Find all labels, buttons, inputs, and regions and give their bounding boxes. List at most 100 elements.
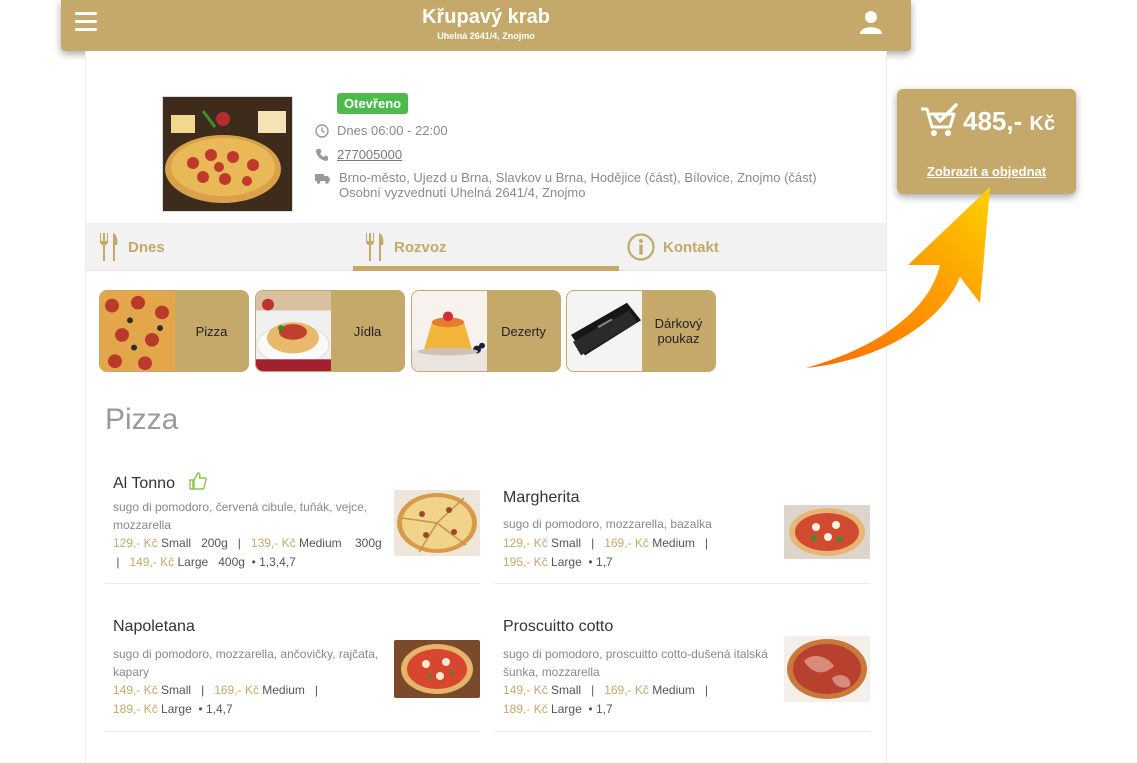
price: 139,- Kč xyxy=(250,536,296,550)
dish-item[interactable]: Napoletana sugo di pomodoro, mozzarella,… xyxy=(105,602,480,732)
restaurant-photo xyxy=(162,96,293,212)
size: Large xyxy=(177,555,209,569)
size: Medium xyxy=(298,536,342,550)
weight: 300g xyxy=(354,536,382,550)
allergens: 1,7 xyxy=(595,555,613,569)
dish-prices: 149,- Kč Small | 169,- Kč Medium | 189,-… xyxy=(113,683,319,716)
price: 149,- Kč xyxy=(503,683,548,697)
tab-rozvoz[interactable]: Rozvoz xyxy=(364,223,447,271)
dish-prices: 149,- Kč Small | 169,- Kč Medium | 189,-… xyxy=(503,683,709,716)
price: 189,- Kč xyxy=(113,702,158,716)
dish-description: sugo di pomodoro, červená cibule, tuňák,… xyxy=(113,500,368,532)
dish-name: Proscuitto cotto xyxy=(503,618,614,635)
size: Small xyxy=(551,536,582,550)
top-header: Křupavý krab Uhelná 2641/4, Znojmo xyxy=(61,0,911,51)
phone-link[interactable]: 277005000 xyxy=(337,147,402,162)
weight: 200g xyxy=(201,536,228,550)
allergens: 1,7 xyxy=(595,702,613,716)
size: Medium xyxy=(262,683,305,697)
pickup-info: Osobní vyzvednutí Uhelná 2641/4, Znojmo xyxy=(339,185,586,200)
opening-hours-row: Dnes 06:00 - 22:00 xyxy=(315,123,448,138)
opening-hours: Dnes 06:00 - 22:00 xyxy=(337,123,448,138)
size: Large xyxy=(551,702,582,716)
phone-row: 277005000 xyxy=(315,147,402,162)
view-and-order-link[interactable]: Zobrazit a objednat xyxy=(897,164,1076,179)
category-thumb xyxy=(412,291,487,371)
size: Medium xyxy=(652,683,695,697)
dish-prices: 129,- Kč Small | 169,- Kč Medium | 195,-… xyxy=(503,536,709,569)
cart-currency: Kč xyxy=(1029,113,1056,135)
price: 169,- Kč xyxy=(604,536,649,550)
category-label: Jídla xyxy=(353,323,382,339)
dish-photo xyxy=(784,505,870,559)
cart-total: 485,- Kč xyxy=(963,106,1055,137)
dish-photo xyxy=(394,640,480,698)
dish-name-row: Al Tonno xyxy=(113,472,208,493)
dish-description: sugo di pomodoro, proscuitto cotto-dušen… xyxy=(503,647,768,679)
category-darkovy-poukaz[interactable]: Dárkový poukaz xyxy=(566,290,716,372)
size: Medium xyxy=(652,536,695,550)
main-panel: Otevřeno Dnes 06:00 - 22:00 277005000 Br… xyxy=(85,51,887,763)
delivery-truck-icon xyxy=(315,174,330,184)
category-jidla[interactable]: Jídla xyxy=(255,290,405,372)
category-pizza[interactable]: Pizza xyxy=(99,290,249,372)
price: 149,- Kč xyxy=(113,683,158,697)
category-label: Dezerty xyxy=(501,323,546,339)
dish-item[interactable]: Margherita sugo di pomodoro, mozzarella,… xyxy=(495,454,870,584)
delivery-row: Brno-město, Ujezd u Brna, Slavkov u Brna… xyxy=(315,170,817,200)
dish-description: sugo di pomodoro, mozzarella, ančovičky,… xyxy=(113,647,379,679)
cart-check-icon[interactable] xyxy=(920,103,958,139)
tab-label: Rozvoz xyxy=(394,238,447,256)
dish-description: sugo di pomodoro, mozzarella, bazalka xyxy=(503,517,712,531)
tab-bar: Dnes Rozvoz Kontakt xyxy=(86,223,886,271)
weight: 400g xyxy=(218,555,245,569)
tab-label: Kontakt xyxy=(663,238,719,256)
cart-amount: 485,- xyxy=(963,106,1023,136)
dish-photo xyxy=(394,490,480,556)
allergens: 1,3,4,7 xyxy=(259,555,296,569)
price: 169,- Kč xyxy=(214,683,259,697)
tab-label: Dnes xyxy=(128,238,165,256)
active-tab-indicator xyxy=(353,266,619,271)
status-badge: Otevřeno xyxy=(337,93,409,114)
category-label: Pizza xyxy=(195,323,228,339)
category-thumb xyxy=(567,291,642,371)
delivery-areas: Brno-město, Ujezd u Brna, Slavkov u Brna… xyxy=(339,170,817,185)
dish-item[interactable]: Al Tonno sugo di pomodoro, červená cibul… xyxy=(105,454,480,584)
category-thumb xyxy=(100,291,175,371)
cutlery-icon xyxy=(100,233,118,261)
price: 129,- Kč xyxy=(113,536,158,550)
size: Large xyxy=(551,555,582,569)
tab-kontakt[interactable]: Kontakt xyxy=(627,223,719,271)
allergens: 1,4,7 xyxy=(205,702,233,716)
restaurant-title: Křupavý krab xyxy=(422,6,550,28)
dish-name: Al Tonno xyxy=(113,475,175,492)
category-thumb xyxy=(256,291,331,371)
size: Small xyxy=(161,683,192,697)
price: 129,- Kč xyxy=(503,536,548,550)
clock-icon xyxy=(315,124,329,138)
restaurant-address: Uhelná 2641/4, Znojmo xyxy=(437,31,535,41)
dish-prices: 129,- Kč Small 200g | 139,- Kč Medium 30… xyxy=(113,536,382,569)
cutlery-icon xyxy=(366,233,384,261)
dish-name: Napoletana xyxy=(113,618,195,635)
user-icon[interactable] xyxy=(859,10,883,34)
thumbs-up-icon[interactable] xyxy=(189,472,208,490)
dish-name: Margherita xyxy=(503,489,580,506)
price: 149,- Kč xyxy=(129,555,175,569)
info-icon xyxy=(627,233,655,261)
dish-item[interactable]: Proscuitto cotto sugo di pomodoro, prosc… xyxy=(495,602,870,732)
size: Large xyxy=(161,702,192,716)
section-title: Pizza xyxy=(105,403,179,436)
category-dezerty[interactable]: Dezerty xyxy=(411,290,561,372)
tab-dnes[interactable]: Dnes xyxy=(98,223,165,271)
curved-arrow-graphic xyxy=(806,187,990,368)
category-label: Dárkový poukaz xyxy=(654,316,703,346)
cart-summary: 485,- Kč Zobrazit a objednat xyxy=(897,89,1076,194)
dish-photo xyxy=(784,636,870,702)
price: 189,- Kč xyxy=(503,702,548,716)
price: 195,- Kč xyxy=(503,555,548,569)
phone-icon xyxy=(316,149,328,161)
size: Small xyxy=(551,683,582,697)
size: Small xyxy=(161,536,192,550)
